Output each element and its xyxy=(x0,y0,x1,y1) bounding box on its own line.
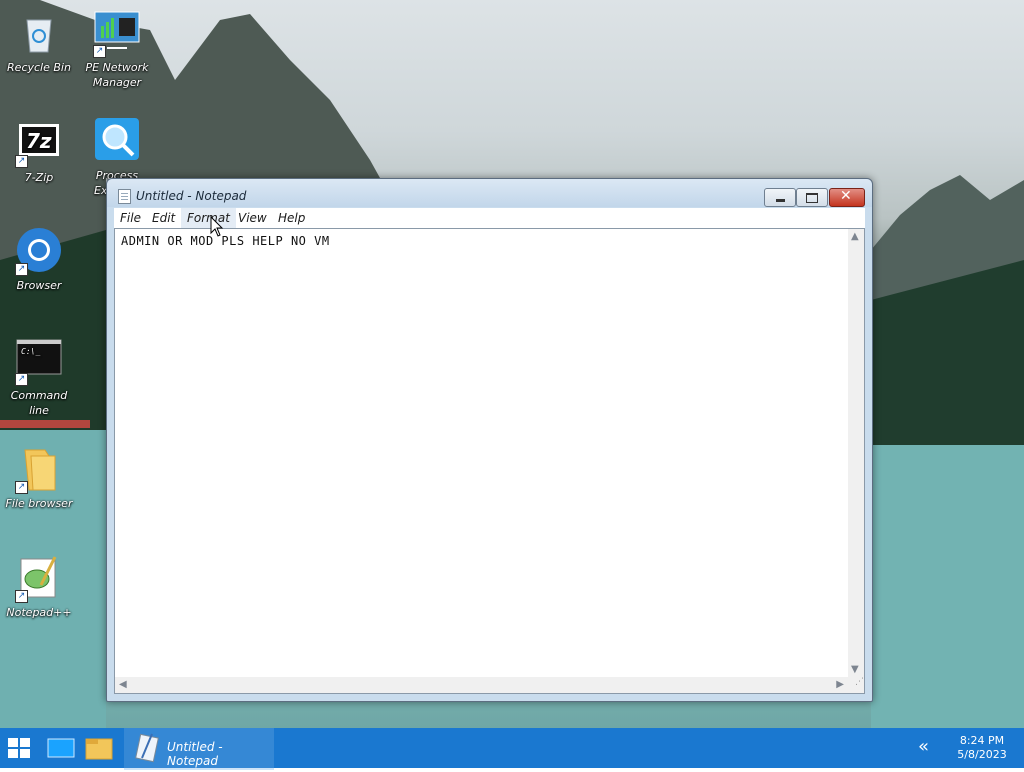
shortcut-arrow-icon: ↗ xyxy=(15,590,28,603)
shortcut-arrow-icon: ↗ xyxy=(15,263,28,276)
window-titlebar[interactable]: Untitled - Notepad ✕ xyxy=(107,179,872,207)
recycle-bin-icon xyxy=(15,10,63,58)
notepad-icon xyxy=(135,733,159,763)
network-icon: ↗ xyxy=(93,10,141,58)
desktop-icon-label: 7-Zip xyxy=(24,171,54,184)
notepad-window[interactable]: Untitled - Notepad ✕ File Edit Format Vi… xyxy=(106,178,873,702)
desktop-background: Recycle Bin ↗ PE Network Manager 7z ↗ 7-… xyxy=(0,0,1024,728)
taskbar-notepad-button[interactable]: Untitled - Notepad xyxy=(124,728,274,770)
7zip-icon: 7z ↗ xyxy=(15,120,63,168)
menu-file[interactable]: File xyxy=(114,208,147,228)
desktop-icon-7zip[interactable]: 7z ↗ 7-Zip xyxy=(1,120,77,185)
taskbar-file-explorer-button[interactable] xyxy=(82,728,116,768)
notepad-icon xyxy=(118,189,131,204)
maximize-icon xyxy=(806,193,818,203)
desktop-icon-label: Command line xyxy=(10,389,68,417)
menu-bar: File Edit Format View Help xyxy=(114,208,865,228)
shortcut-arrow-icon: ↗ xyxy=(15,155,28,168)
desktop-icon-label: File browser xyxy=(5,497,73,510)
vertical-scrollbar[interactable]: ▲ ▼ xyxy=(848,229,864,677)
desktop-icon-recycle-bin[interactable]: Recycle Bin xyxy=(1,10,77,75)
taskbar-notepad-label: Untitled - Notepad xyxy=(167,740,223,768)
text-editor[interactable]: ADMIN OR MOD PLS HELP NO VM ▲ ▼ ◀ ▶ ⋰ xyxy=(114,228,865,694)
desktop-icon-notepadpp[interactable]: ↗ Notepad++ xyxy=(1,555,77,620)
shortcut-arrow-icon: ↗ xyxy=(93,45,106,58)
minimize-button[interactable] xyxy=(764,188,796,207)
desktop-icon-label: Recycle Bin xyxy=(7,61,71,74)
folder-icon xyxy=(85,738,113,760)
maximize-button[interactable] xyxy=(796,188,828,207)
horizontal-scrollbar[interactable]: ◀ ▶ xyxy=(115,677,848,693)
desktop-icon-browser[interactable]: ↗ Browser xyxy=(1,228,77,293)
menu-format[interactable]: Format xyxy=(181,208,236,228)
taskbar: Untitled - Notepad « 8:24 PM 5/8/2023 xyxy=(0,728,1024,770)
close-icon: ✕ xyxy=(840,188,852,204)
show-hidden-icons-icon[interactable]: « xyxy=(918,736,929,757)
shortcut-arrow-icon: ↗ xyxy=(15,373,28,386)
start-button[interactable] xyxy=(0,728,38,768)
terminal-icon: C:\_ ↗ xyxy=(15,338,63,386)
menu-view[interactable]: View xyxy=(232,208,273,228)
desktop-icon-label: Browser xyxy=(16,279,62,292)
close-button[interactable]: ✕ xyxy=(829,188,865,207)
chrome-icon: ↗ xyxy=(15,228,63,276)
desktop-icon-label: PE Network Manager xyxy=(85,61,149,89)
menu-help[interactable]: Help xyxy=(272,208,311,228)
taskbar-desktop-button[interactable] xyxy=(44,728,78,768)
desktop-icon-label: Notepad++ xyxy=(6,606,72,619)
folder-icon: ↗ xyxy=(15,446,63,494)
monitor-icon xyxy=(47,738,75,758)
scroll-left-icon[interactable]: ◀ xyxy=(119,679,127,690)
system-clock[interactable]: 8:24 PM 5/8/2023 xyxy=(950,734,1014,762)
desktop-icon-command-line[interactable]: C:\_ ↗ Command line xyxy=(1,338,77,418)
process-explorer-icon xyxy=(93,118,141,166)
scroll-up-icon[interactable]: ▲ xyxy=(851,231,859,242)
menu-edit[interactable]: Edit xyxy=(146,208,181,228)
desktop-icon-pe-network-manager[interactable]: ↗ PE Network Manager xyxy=(79,10,155,90)
clock-time: 8:24 PM xyxy=(959,734,1005,747)
scroll-down-icon[interactable]: ▼ xyxy=(851,664,859,675)
desktop-icon-file-browser[interactable]: ↗ File browser xyxy=(1,446,77,511)
minimize-icon xyxy=(776,199,785,202)
shortcut-arrow-icon: ↗ xyxy=(15,481,28,494)
clock-date: 5/8/2023 xyxy=(957,748,1007,761)
resize-grip-icon[interactable]: ⋰ xyxy=(848,677,864,693)
editor-content: ADMIN OR MOD PLS HELP NO VM xyxy=(121,234,330,248)
svg-text:7z: 7z xyxy=(26,129,52,153)
notepadpp-icon: ↗ xyxy=(15,555,63,603)
mouse-cursor-icon xyxy=(210,216,224,237)
svg-text:C:\_: C:\_ xyxy=(21,347,40,356)
scroll-right-icon[interactable]: ▶ xyxy=(836,679,844,690)
window-title: Untitled - Notepad xyxy=(136,189,247,203)
